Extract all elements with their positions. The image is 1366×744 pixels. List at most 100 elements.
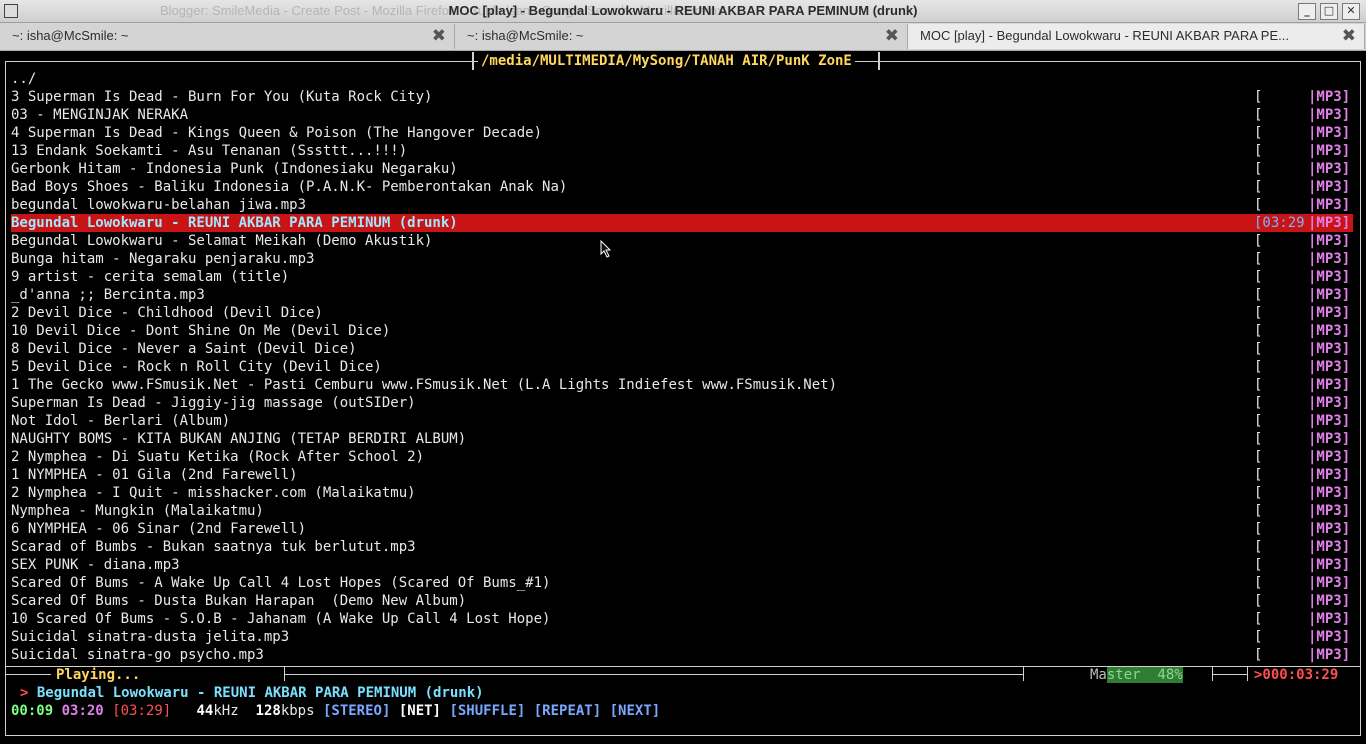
tab-terminal-1[interactable]: ~: isha@McSmile: ~ ✖: [0, 24, 455, 49]
file-list-item[interactable]: 8 Devil Dice - Never a Saint (Devil Dice…: [11, 340, 1353, 358]
file-list-item-selected[interactable]: Begundal Lowokwaru - REUNI AKBAR PARA PE…: [11, 214, 1353, 232]
mixer-label: Ma: [1090, 667, 1107, 683]
file-duration: [03:29: [1254, 215, 1305, 231]
file-list-item[interactable]: Scared Of Bums - A Wake Up Call 4 Lost H…: [11, 574, 1353, 592]
file-list-item[interactable]: 10 Devil Dice - Dont Shine On Me (Devil …: [11, 322, 1353, 340]
file-list-item[interactable]: 2 Nymphea - Di Suatu Ketika (Rock After …: [11, 448, 1353, 466]
tab-label: ~: isha@McSmile: ~: [467, 28, 584, 43]
file-duration: [: [1254, 269, 1305, 285]
file-duration: [: [1254, 143, 1305, 159]
playback-info-line: 00:09 03:20 [03:29] 44kHz 128kbps [STERE…: [11, 702, 660, 720]
terminal-area[interactable]: /media/MULTIMEDIA/MySong/TANAH AIR/PunK …: [0, 51, 1366, 744]
tab-close-icon[interactable]: ✖: [1342, 26, 1356, 46]
path-bracket-left: [472, 52, 474, 70]
maximize-icon[interactable]: □: [1320, 3, 1338, 20]
tab-close-icon[interactable]: ✖: [885, 26, 899, 46]
file-name: Not Idol - Berlari (Album): [11, 413, 231, 429]
file-list-item[interactable]: Begundal Lowokwaru - Selamat Meikah (Dem…: [11, 232, 1353, 250]
next-toggle[interactable]: [NEXT]: [610, 703, 661, 719]
file-duration: [: [1254, 377, 1305, 393]
shuffle-toggle[interactable]: [SHUFFLE]: [449, 703, 525, 719]
file-list-item[interactable]: 2 Devil Dice - Childhood (Devil Dice) [ |…: [11, 304, 1353, 322]
file-duration: [: [1254, 161, 1305, 177]
file-list-item[interactable]: begundal lowokwaru-belahan jiwa.mp3 [ |MP…: [11, 196, 1353, 214]
file-format: |MP3]: [1308, 377, 1351, 393]
terminal-tab-bar: ~: isha@McSmile: ~ ✖ ~: isha@McSmile: ~ …: [0, 23, 1366, 51]
file-name: Nymphea - Mungkin (Malaikatmu): [11, 503, 264, 519]
file-name: 2 Devil Dice - Childhood (Devil Dice): [11, 305, 323, 321]
file-format: |MP3]: [1308, 125, 1351, 141]
close-window-icon[interactable]: ✕: [1342, 3, 1360, 20]
file-list-item[interactable]: Scarad of Bumbs - Bukan saatnya tuk berl…: [11, 538, 1353, 556]
file-list-item[interactable]: Suicidal sinatra-go psycho.mp3 [ |MP3]: [11, 646, 1353, 664]
file-list-item[interactable]: Scared Of Bums - Dusta Bukan Harapan (De…: [11, 592, 1353, 610]
file-list-item[interactable]: Bad Boys Shoes - Baliku Indonesia (P.A.N…: [11, 178, 1353, 196]
file-duration: [: [1254, 647, 1305, 663]
file-list-item[interactable]: 6 NYMPHEA - 06 Sinar (2nd Farewell) [ |MP…: [11, 520, 1353, 538]
mixer-bar: ster 48%: [1106, 667, 1183, 683]
tab-terminal-2[interactable]: ~: isha@McSmile: ~ ✖: [455, 24, 908, 49]
file-format: |MP3]: [1308, 269, 1351, 285]
tab-label: ~: isha@McSmile: ~: [12, 28, 129, 43]
file-list-item[interactable]: Nymphea - Mungkin (Malaikatmu) [ |MP3]: [11, 502, 1353, 520]
file-list-item[interactable]: 3 Superman Is Dead - Burn For You (Kuta …: [11, 88, 1353, 106]
elapsed-time: 00:09: [11, 703, 54, 719]
file-duration: [: [1254, 233, 1305, 249]
file-list-item[interactable]: 2 Nymphea - I Quit - misshacker.com (Mal…: [11, 484, 1353, 502]
file-list-item[interactable]: 03 - MENGINJAK NERAKA [ |MP3]: [11, 106, 1353, 124]
file-list-item[interactable]: 1 NYMPHEA - 01 Gila (2nd Farewell) [ |MP3…: [11, 466, 1353, 484]
tab-close-icon[interactable]: ✖: [432, 26, 446, 46]
file-format: |MP3]: [1308, 467, 1351, 483]
file-list-item[interactable]: _d'anna ;; Bercinta.mp3 [ |MP3]: [11, 286, 1353, 304]
path-bracket-right: [878, 52, 880, 70]
file-name: 2 Nymphea - I Quit - misshacker.com (Mal…: [11, 485, 416, 501]
file-format: |MP3]: [1308, 521, 1351, 537]
file-list-item[interactable]: 9 artist - cerita semalam (title) [ |MP3]: [11, 268, 1353, 286]
file-name: 10 Scared Of Bums - S.O.B - Jahanam (A W…: [11, 611, 551, 627]
file-duration: [: [1254, 521, 1305, 537]
now-playing-line: > Begundal Lowokwaru - REUNI AKBAR PARA …: [20, 684, 484, 702]
tab-moc-player[interactable]: MOC [play] - Begundal Lowokwaru - REUNI …: [908, 24, 1365, 49]
file-name: Begundal Lowokwaru - REUNI AKBAR PARA PE…: [11, 215, 458, 231]
file-duration: [: [1254, 341, 1305, 357]
file-duration: [: [1254, 611, 1305, 627]
file-format: |MP3]: [1308, 539, 1351, 555]
file-list-item[interactable]: 5 Devil Dice - Rock n Roll City (Devil D…: [11, 358, 1353, 376]
minimize-icon[interactable]: _: [1298, 3, 1316, 20]
total-time: >000:03:29: [1254, 667, 1339, 683]
file-name: 6 NYMPHEA - 06 Sinar (2nd Farewell): [11, 521, 307, 537]
file-list-item[interactable]: 13 Endank Soekamti - Asu Tenanan (Sssttt…: [11, 142, 1353, 160]
file-list-item[interactable]: Superman Is Dead - Jiggiy-jig massage (o…: [11, 394, 1353, 412]
file-list-item[interactable]: SEX PUNK - diana.mp3 [ |MP3]: [11, 556, 1353, 574]
divider-tick: [1023, 667, 1024, 681]
file-list-item[interactable]: Not Idol - Berlari (Album) [ |MP3]: [11, 412, 1353, 430]
file-format: |MP3]: [1308, 431, 1351, 447]
file-list-item[interactable]: 10 Scared Of Bums - S.O.B - Jahanam (A W…: [11, 610, 1353, 628]
file-name: 13 Endank Soekamti - Asu Tenanan (Sssttt…: [11, 143, 408, 159]
file-duration: [: [1254, 629, 1305, 645]
file-name: SEX PUNK - diana.mp3: [11, 557, 180, 573]
file-list-item[interactable]: Gerbonk Hitam - Indonesia Punk (Indonesi…: [11, 160, 1353, 178]
file-list-item[interactable]: Suicidal sinatra-dusta jelita.mp3 [ |MP3]: [11, 628, 1353, 646]
remaining-time: 03:20: [61, 703, 104, 719]
parent-directory-item[interactable]: ../: [11, 70, 1353, 88]
repeat-toggle[interactable]: [REPEAT]: [534, 703, 601, 719]
file-duration: [: [1254, 467, 1305, 483]
file-name: 8 Devil Dice - Never a Saint (Devil Dice…: [11, 341, 357, 357]
file-name: Suicidal sinatra-go psycho.mp3: [11, 647, 264, 663]
file-name: Scared Of Bums - A Wake Up Call 4 Lost H…: [11, 575, 551, 591]
file-name: Scarad of Bumbs - Bukan saatnya tuk berl…: [11, 539, 416, 555]
sample-rate: 44: [196, 703, 214, 719]
file-list-item[interactable]: 1 The Gecko www.FSmusik.Net - Pasti Cemb…: [11, 376, 1353, 394]
file-name: 2 Nymphea - Di Suatu Ketika (Rock After …: [11, 449, 425, 465]
mixer-volume[interactable]: Master 48%: [1090, 666, 1183, 684]
file-duration: [: [1254, 107, 1305, 123]
file-format: |MP3]: [1308, 251, 1351, 267]
file-name: begundal lowokwaru-belahan jiwa.mp3: [11, 197, 307, 213]
file-list-item[interactable]: NAUGHTY BOMS - KITA BUKAN ANJING (TETAP …: [11, 430, 1353, 448]
file-list-item[interactable]: Bunga hitam - Negaraku penjaraku.mp3 [ |M…: [11, 250, 1353, 268]
file-format: |MP3]: [1308, 395, 1351, 411]
file-duration: [: [1254, 323, 1305, 339]
file-name: 10 Devil Dice - Dont Shine On Me (Devil …: [11, 323, 391, 339]
file-list-item[interactable]: 4 Superman Is Dead - Kings Queen & Poiso…: [11, 124, 1353, 142]
